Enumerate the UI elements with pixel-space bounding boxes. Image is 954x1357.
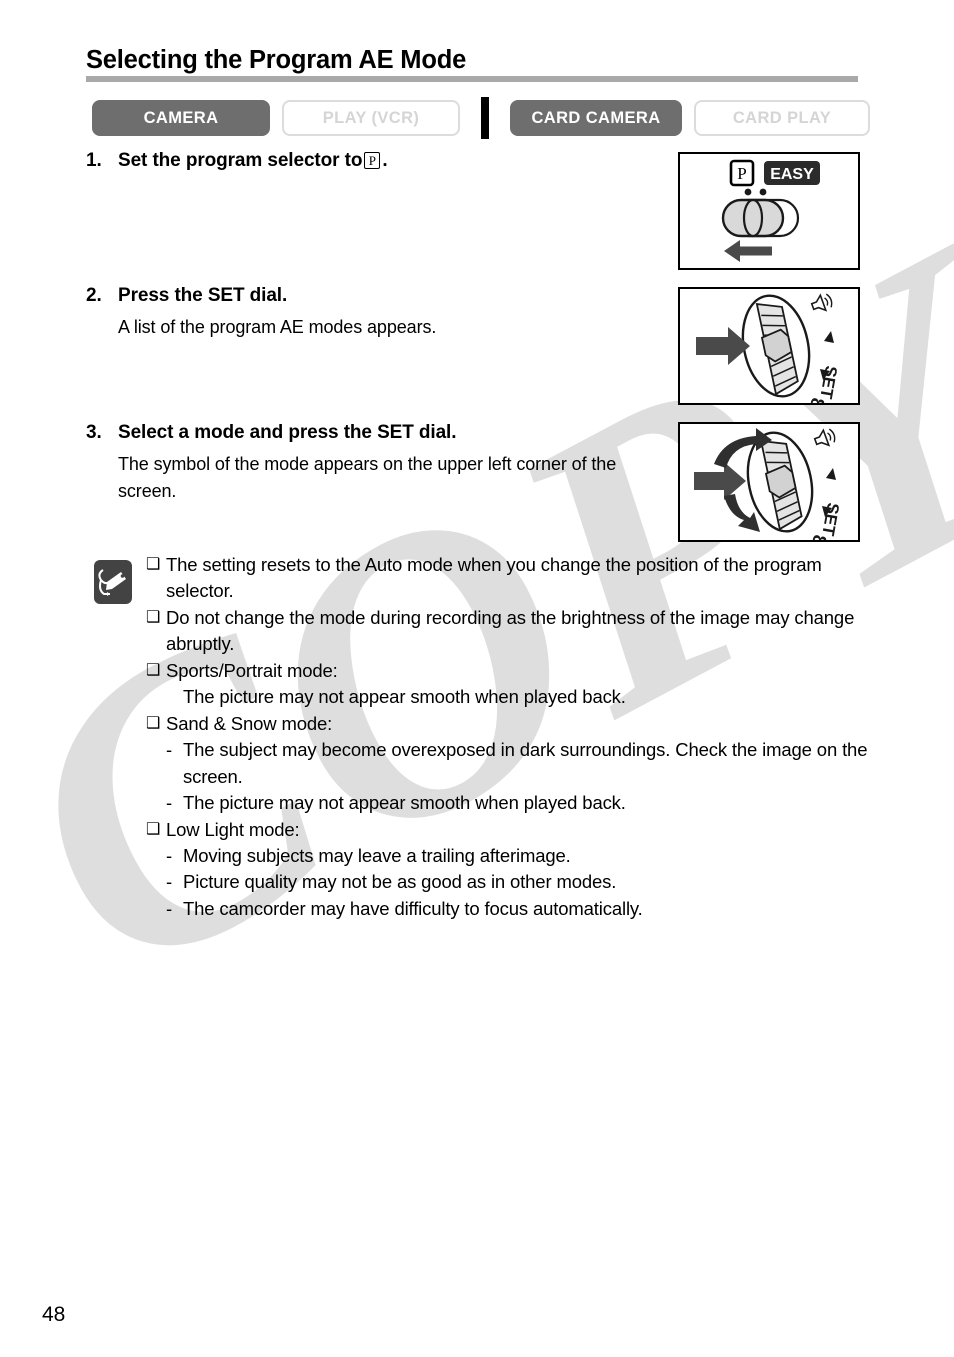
note-bullet-icon: ❑	[146, 608, 161, 626]
note-item: ❑ The setting resets to the Auto mode wh…	[146, 552, 884, 605]
note-pencil-icon	[94, 560, 132, 604]
set-dial-press-diagram: SET 8	[696, 293, 841, 403]
step-3-heading: 3. Select a mode and press the SET dial.	[86, 422, 666, 444]
set-up-arrow-icon	[824, 331, 834, 343]
set-dial-labels: SET 8	[805, 331, 841, 403]
mode-badge-bar: CAMERA PLAY (VCR) CARD CAMERA CARD PLAY	[92, 97, 870, 139]
step-1-number: 1.	[86, 150, 102, 171]
step-3: 3. Select a mode and press the SET dial.…	[86, 422, 666, 506]
mode-badge-play-vcr[interactable]: PLAY (VCR)	[282, 100, 460, 136]
step-1-title: Set the program selector to P.	[118, 150, 388, 172]
note-sub-item: - The camcorder may have difficulty to f…	[166, 896, 884, 922]
note-dash-icon: -	[166, 844, 173, 866]
step-1-title-suffix: .	[382, 150, 388, 171]
mode-badge-play-vcr-label: PLAY (VCR)	[322, 108, 420, 127]
illustration-press-set-dial: SET 8	[678, 287, 860, 405]
note-sub-text: The picture may not appear smooth when p…	[183, 792, 626, 814]
mode-badge-card-camera-label: CARD CAMERA	[531, 108, 661, 127]
step-1: 1. Set the program selector to P.	[86, 150, 666, 172]
note-bullet-icon: ❑	[146, 661, 161, 679]
mode-badge-camera-label: CAMERA	[143, 108, 219, 127]
note-bullet-icon: ❑	[146, 820, 161, 838]
note-item: ❑ Do not change the mode during recordin…	[146, 605, 884, 658]
step-2-body: A list of the program AE modes appears.	[118, 317, 437, 337]
note-continuation-spacer	[166, 684, 183, 710]
selector-direction-arrow-icon	[724, 240, 772, 262]
note-dash-icon: -	[166, 792, 173, 814]
note-bullet-icon: ❑	[146, 556, 161, 573]
notes-block: ❑ The setting resets to the Auto mode wh…	[94, 552, 884, 922]
program-p-icon: P	[364, 152, 381, 169]
step-1-title-text: Set the program selector to	[118, 150, 363, 171]
step-2-number: 2.	[86, 285, 102, 306]
note-dash-icon: -	[166, 871, 173, 893]
selector-p-label: P	[737, 164, 746, 183]
mode-bar-divider	[481, 97, 489, 139]
note-sub-text: The subject may become overexposed in da…	[183, 739, 868, 787]
note-text: Sports/Portrait mode:	[166, 659, 338, 681]
set-dial-rotate-diagram: SET 8	[694, 428, 843, 540]
title-underline-rule	[86, 76, 858, 82]
manual-page: Selecting the Program AE Mode CAMERA PLA…	[0, 0, 954, 1357]
note-sub-item: - The subject may become overexposed in …	[166, 737, 884, 790]
note-text: Low Light mode:	[166, 818, 300, 840]
step-2: 2. Press the SET dial. A list of the pro…	[86, 285, 666, 341]
step-3-title: Select a mode and press the SET dial.	[118, 422, 457, 443]
speaker-volume-icon	[813, 428, 836, 447]
set-dial-labels: SET 8	[807, 468, 843, 540]
set-up-arrow-icon	[826, 468, 836, 480]
note-text: Sand & Snow mode:	[166, 712, 333, 734]
page-title: Selecting the Program AE Mode	[86, 46, 467, 74]
set-dial-label: SET	[816, 364, 841, 400]
mode-badge-card-play[interactable]: CARD PLAY	[694, 100, 870, 136]
note-sub-text: Picture quality may not be as good as in…	[183, 871, 617, 893]
program-selector-diagram: P EASY	[721, 159, 820, 262]
selector-easy-label: EASY	[770, 166, 814, 183]
mode-badge-card-play-label: CARD PLAY	[732, 108, 832, 127]
note-bullet-icon: ❑	[146, 714, 161, 732]
step-2-title: Press the SET dial.	[118, 285, 288, 306]
note-sub-item: - Moving subjects may leave a trailing a…	[166, 843, 884, 869]
selector-switch-ridge	[742, 198, 764, 238]
note-continuation: The picture may not appear smooth when p…	[166, 684, 884, 710]
note-continuation-text: The picture may not appear smooth when p…	[183, 686, 626, 708]
press-arrow-icon	[694, 462, 746, 500]
step-1-heading: 1. Set the program selector to P.	[86, 150, 666, 172]
step-2-heading: 2. Press the SET dial.	[86, 285, 666, 307]
note-sub-text: The camcorder may have difficulty to foc…	[183, 897, 643, 919]
illustration-program-selector: P EASY	[678, 152, 860, 270]
set-dial-label: SET	[818, 501, 843, 537]
note-sub-item: - The picture may not appear smooth when…	[166, 790, 884, 816]
note-dash-icon: -	[166, 897, 173, 919]
selector-dot-right	[759, 188, 767, 196]
note-dash-icon: -	[166, 739, 173, 761]
step-3-body: The symbol of the mode appears on the up…	[118, 454, 617, 502]
step-3-number: 3.	[86, 422, 102, 443]
note-item: ❑ Sand & Snow mode:	[146, 711, 884, 737]
note-sub-item: - Picture quality may not be as good as …	[166, 869, 884, 895]
speaker-volume-icon	[810, 293, 833, 312]
note-item: ❑ Sports/Portrait mode:	[146, 658, 884, 684]
page-number: 48	[42, 1303, 66, 1326]
mode-badge-card-camera[interactable]: CARD CAMERA	[510, 100, 682, 136]
note-item: ❑ Low Light mode:	[146, 817, 884, 843]
mode-badge-camera[interactable]: CAMERA	[92, 100, 270, 136]
illustration-rotate-set-dial: SET 8	[678, 422, 860, 542]
selector-dot-left	[744, 188, 752, 196]
notes-list: ❑ The setting resets to the Auto mode wh…	[146, 552, 884, 922]
note-text: Do not change the mode during recording …	[166, 606, 855, 655]
note-sub-text: Moving subjects may leave a trailing aft…	[183, 844, 571, 866]
note-text: The setting resets to the Auto mode when…	[166, 554, 822, 602]
